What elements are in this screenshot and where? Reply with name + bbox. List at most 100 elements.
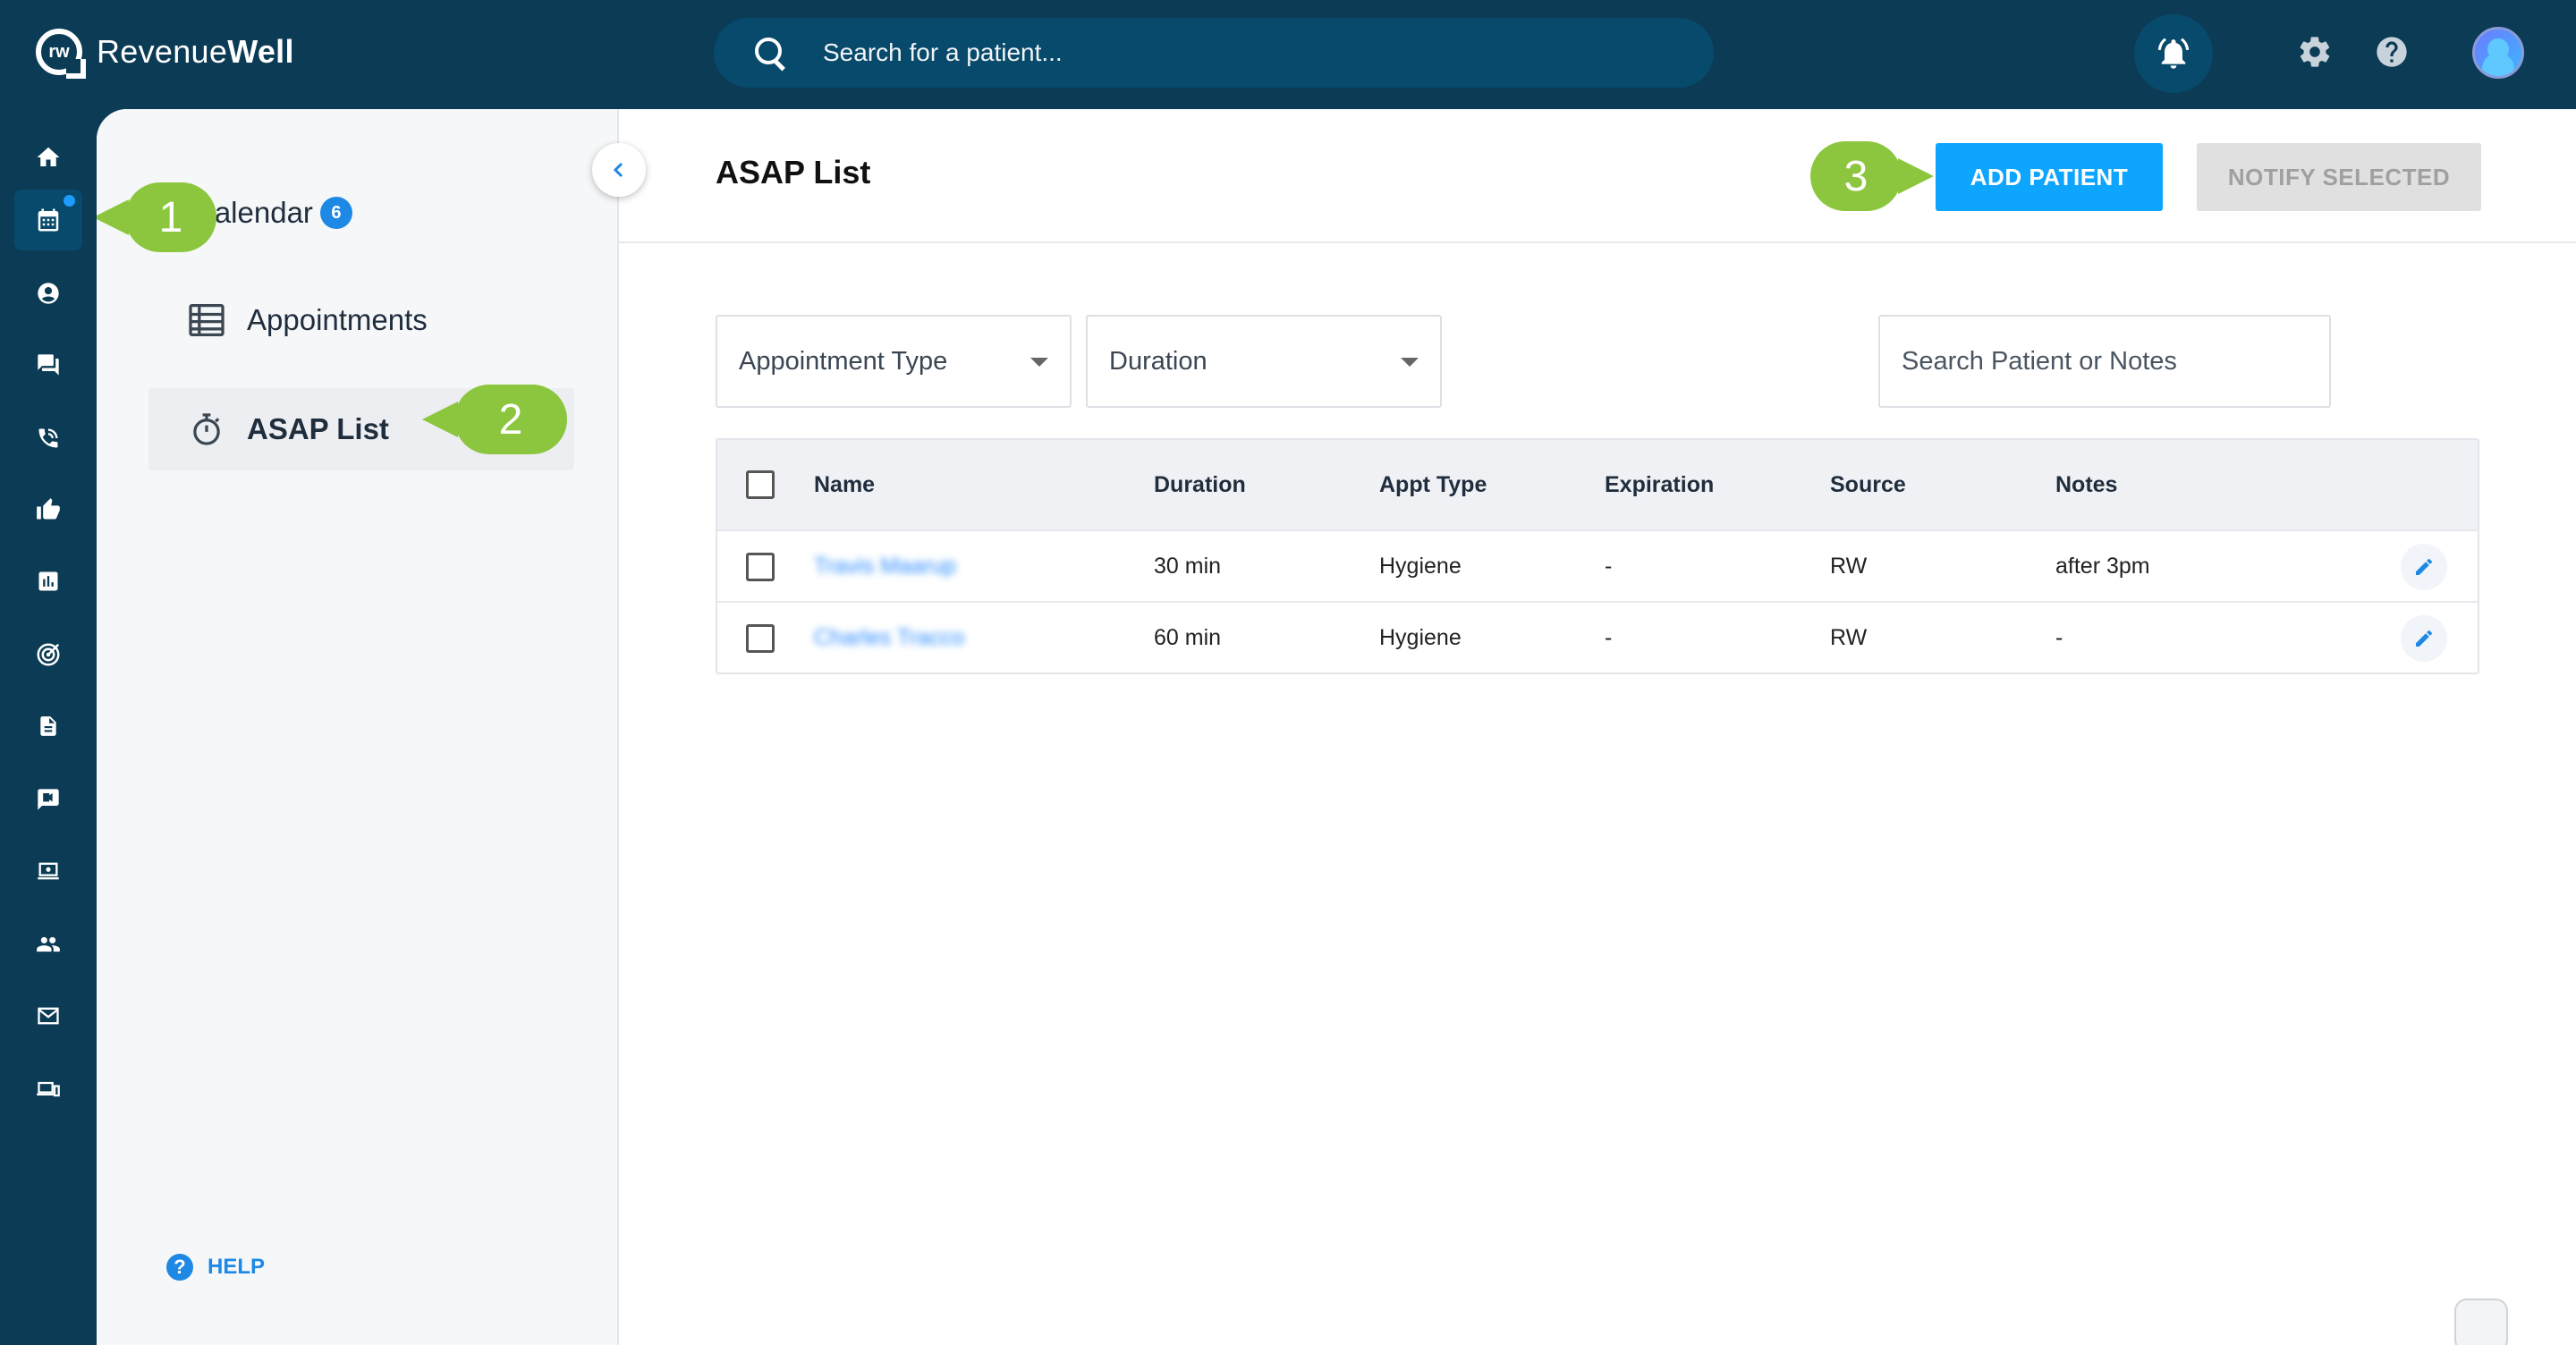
edit-row-button[interactable]: [2401, 615, 2447, 662]
patient-name-link[interactable]: Travis Maarup: [814, 531, 956, 601]
table-row[interactable]: Charles Tracco 60 min Hygiene - RW -: [717, 601, 2478, 672]
subnav-appointments-label: Appointments: [247, 303, 428, 336]
subnav-appointments[interactable]: Appointments: [148, 279, 574, 361]
subnav-asap-label: ASAP List: [247, 412, 389, 445]
duration-select[interactable]: Duration: [1086, 315, 1442, 408]
rail-phone[interactable]: [14, 408, 82, 469]
rail-campaigns[interactable]: [14, 624, 82, 685]
help-circle-icon: [2377, 37, 2407, 67]
notifications-button[interactable]: [2134, 14, 2213, 93]
add-patient-button[interactable]: ADD PATIENT: [1936, 143, 2163, 211]
page-header: ASAP List 3 ADD PATIENT NOTIFY SELECTED: [619, 109, 2576, 243]
table-row[interactable]: Travis Maarup 30 min Hygiene - RW after …: [717, 529, 2478, 601]
header-duration[interactable]: Duration: [1154, 440, 1246, 529]
row-checkbox[interactable]: [746, 624, 775, 653]
rail-team[interactable]: [14, 914, 82, 975]
chat-widget-button[interactable]: [2454, 1298, 2508, 1345]
header-expiration[interactable]: Expiration: [1605, 440, 1714, 529]
row-expiration: -: [1605, 624, 1613, 650]
document-icon: [40, 716, 56, 736]
group-icon: [37, 936, 60, 952]
help-link[interactable]: ? HELP: [166, 1254, 265, 1281]
patient-search-input[interactable]: [823, 38, 1628, 67]
thumbs-up-icon: [37, 498, 60, 520]
rail-newsletter[interactable]: [14, 769, 82, 830]
search-icon: [753, 36, 787, 70]
chat-icon: [38, 354, 59, 376]
brand-name: RevenueWell: [97, 33, 294, 70]
collapse-sidebar-button[interactable]: [592, 143, 646, 197]
rail-devices[interactable]: [14, 1059, 82, 1120]
table-header: Name Duration Appt Type Expiration Sourc…: [717, 440, 2478, 529]
row-duration: 30 min: [1154, 553, 1222, 579]
revenuewell-logo-icon: rw: [36, 29, 82, 75]
gear-icon: [2300, 37, 2330, 67]
help-button[interactable]: [2372, 32, 2411, 72]
rail-patients[interactable]: [14, 263, 82, 324]
asap-list-content: ASAP List 3 ADD PATIENT NOTIFY SELECTED …: [619, 109, 2576, 1345]
rail-website[interactable]: [14, 841, 82, 901]
header-notes[interactable]: Notes: [2055, 440, 2117, 529]
brand-logo[interactable]: rw RevenueWell: [36, 25, 294, 79]
row-duration: 60 min: [1154, 624, 1222, 650]
header-name[interactable]: Name: [814, 440, 875, 529]
message-icon: [38, 789, 59, 810]
devices-icon: [37, 1081, 60, 1097]
calendar-notification-dot: [64, 195, 75, 207]
patient-search-bar[interactable]: [714, 18, 1714, 88]
caret-down-icon: [1401, 358, 1419, 367]
page-title: ASAP List: [716, 154, 871, 190]
select-all-checkbox[interactable]: [746, 470, 775, 499]
callout-1: 1: [97, 182, 216, 252]
edit-row-button[interactable]: [2401, 544, 2447, 590]
row-notes: -: [2055, 624, 2063, 650]
row-checkbox[interactable]: [746, 553, 775, 581]
appointment-type-label: Appointment Type: [739, 346, 948, 376]
mail-icon: [38, 1007, 59, 1025]
screen-icon: [38, 862, 59, 880]
calendar-icon: [38, 208, 59, 232]
header-appt-type[interactable]: Appt Type: [1379, 440, 1487, 529]
chevron-left-icon: [613, 162, 623, 178]
caret-down-icon: [1030, 358, 1048, 367]
main-panel: Calendar 6 Appointments ASAP List ? HELP…: [97, 109, 2576, 1345]
user-avatar[interactable]: [2472, 27, 2524, 79]
phone-icon: [38, 428, 58, 448]
list-icon: [188, 301, 225, 339]
patient-name-link[interactable]: Charles Tracco: [814, 603, 964, 672]
rail-home[interactable]: [14, 127, 82, 188]
row-notes: after 3pm: [2055, 553, 2150, 579]
top-bar: rw RevenueWell: [0, 0, 2576, 109]
rail-analytics[interactable]: [14, 551, 82, 612]
home-icon: [37, 147, 60, 166]
stopwatch-icon: [188, 410, 225, 448]
rail-messages[interactable]: [14, 334, 82, 395]
settings-button[interactable]: [2295, 32, 2334, 72]
row-appt-type: Hygiene: [1379, 624, 1462, 650]
help-label: HELP: [208, 1255, 266, 1279]
bell-icon: [2157, 38, 2190, 69]
callout-3: 3: [1810, 141, 1934, 211]
calendar-subnav: Calendar 6 Appointments ASAP List ? HELP: [97, 109, 619, 1345]
rail-calendar[interactable]: [14, 190, 82, 250]
asap-table: Name Duration Appt Type Expiration Sourc…: [716, 438, 2479, 674]
rail-reviews[interactable]: [14, 479, 82, 540]
appointment-type-select[interactable]: Appointment Type: [716, 315, 1072, 408]
help-icon: ?: [166, 1254, 193, 1281]
header-source[interactable]: Source: [1830, 440, 1906, 529]
calendar-count-badge: 6: [319, 197, 352, 229]
rail-email[interactable]: [14, 985, 82, 1046]
row-source: RW: [1830, 624, 1868, 650]
row-appt-type: Hygiene: [1379, 553, 1462, 579]
row-source: RW: [1830, 553, 1868, 579]
analytics-icon: [38, 571, 58, 591]
callout-2: 2: [422, 385, 567, 454]
row-expiration: -: [1605, 553, 1613, 579]
patient-icon: [38, 283, 59, 304]
left-nav-rail: [0, 109, 97, 1345]
pencil-icon: [2416, 630, 2433, 647]
duration-label: Duration: [1109, 346, 1208, 376]
search-patient-notes-input[interactable]: [1878, 315, 2331, 408]
notify-selected-button[interactable]: NOTIFY SELECTED: [2197, 143, 2481, 211]
rail-forms[interactable]: [14, 696, 82, 757]
